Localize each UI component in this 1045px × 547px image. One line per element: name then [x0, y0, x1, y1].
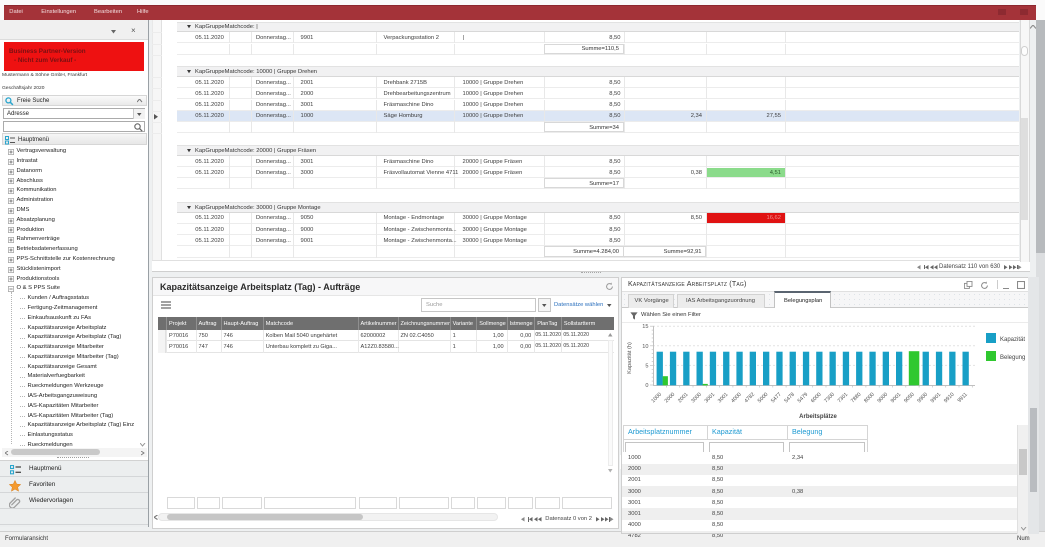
svg-text:7301: 7301 [837, 392, 850, 405]
svg-text:5477: 5477 [770, 392, 783, 405]
svg-text:6000: 6000 [810, 392, 823, 405]
svg-text:Arbeitsplätze: Arbeitsplätze [799, 414, 837, 420]
svg-text:9900: 9900 [916, 392, 929, 405]
svg-text:5478: 5478 [783, 392, 796, 405]
svg-text:4000: 4000 [730, 392, 743, 405]
svg-text:4782: 4782 [744, 392, 757, 405]
svg-text:9911: 9911 [957, 392, 969, 404]
svg-text:9050: 9050 [903, 392, 916, 405]
svg-text:9910: 9910 [943, 392, 956, 405]
svg-text:10: 10 [642, 344, 648, 350]
svg-text:3000: 3000 [690, 392, 703, 405]
svg-text:2000: 2000 [664, 392, 677, 405]
svg-text:9000: 9000 [877, 392, 890, 405]
svg-text:9901: 9901 [930, 392, 943, 405]
svg-text:3001: 3001 [704, 392, 717, 405]
svg-text:7300: 7300 [823, 392, 836, 405]
svg-text:1000: 1000 [650, 392, 663, 405]
svg-text:9001: 9001 [890, 392, 903, 405]
svg-text:Kapazität: Kapazität [1000, 337, 1025, 343]
svg-text:Kapazität (h): Kapazität (h) [627, 342, 633, 374]
svg-text:Belegung: Belegung [1000, 355, 1025, 361]
svg-text:5000: 5000 [757, 392, 770, 405]
svg-text:5: 5 [645, 363, 648, 369]
svg-text:8000: 8000 [863, 392, 876, 405]
svg-text:7880: 7880 [850, 392, 863, 405]
svg-text:15: 15 [642, 324, 648, 330]
svg-text:5479: 5479 [797, 392, 810, 405]
svg-text:3001: 3001 [717, 392, 730, 405]
svg-text:0: 0 [645, 383, 648, 389]
svg-text:2001: 2001 [677, 392, 690, 405]
